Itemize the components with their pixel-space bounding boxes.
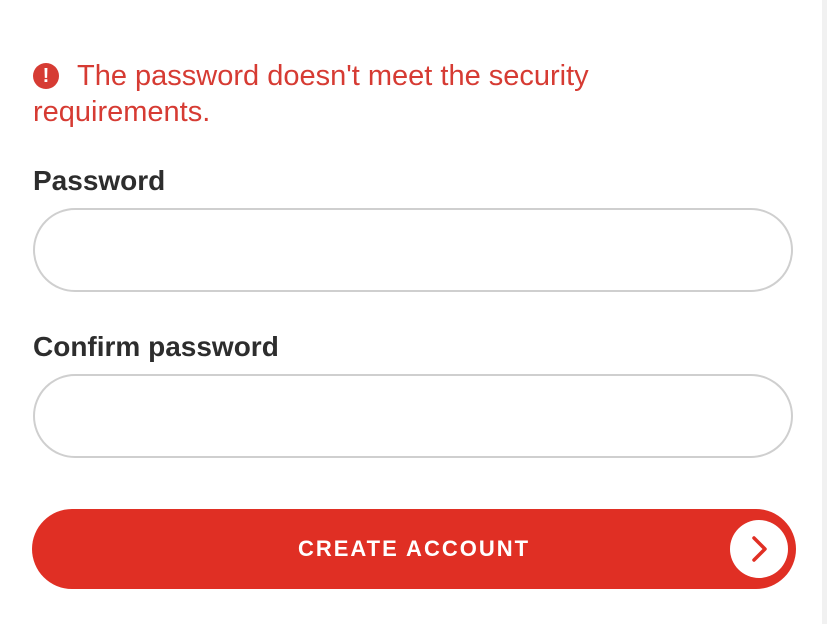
- create-account-button[interactable]: CREATE ACCOUNT: [32, 509, 796, 589]
- create-account-form: ! The password doesn't meet the security …: [0, 0, 827, 624]
- password-label: Password: [33, 165, 166, 196]
- chevron-right-icon: [730, 520, 788, 578]
- error-text: The password doesn't meet the security r…: [33, 60, 589, 128]
- alert-circle-icon: !: [33, 63, 59, 89]
- confirm-password-label: Confirm password: [33, 331, 279, 362]
- scroll-edge: [822, 0, 827, 624]
- confirm-password-field[interactable]: [33, 374, 793, 458]
- create-account-label: CREATE ACCOUNT: [297, 536, 531, 561]
- password-field[interactable]: [33, 208, 793, 292]
- password-error-message: ! The password doesn't meet the security …: [33, 58, 733, 130]
